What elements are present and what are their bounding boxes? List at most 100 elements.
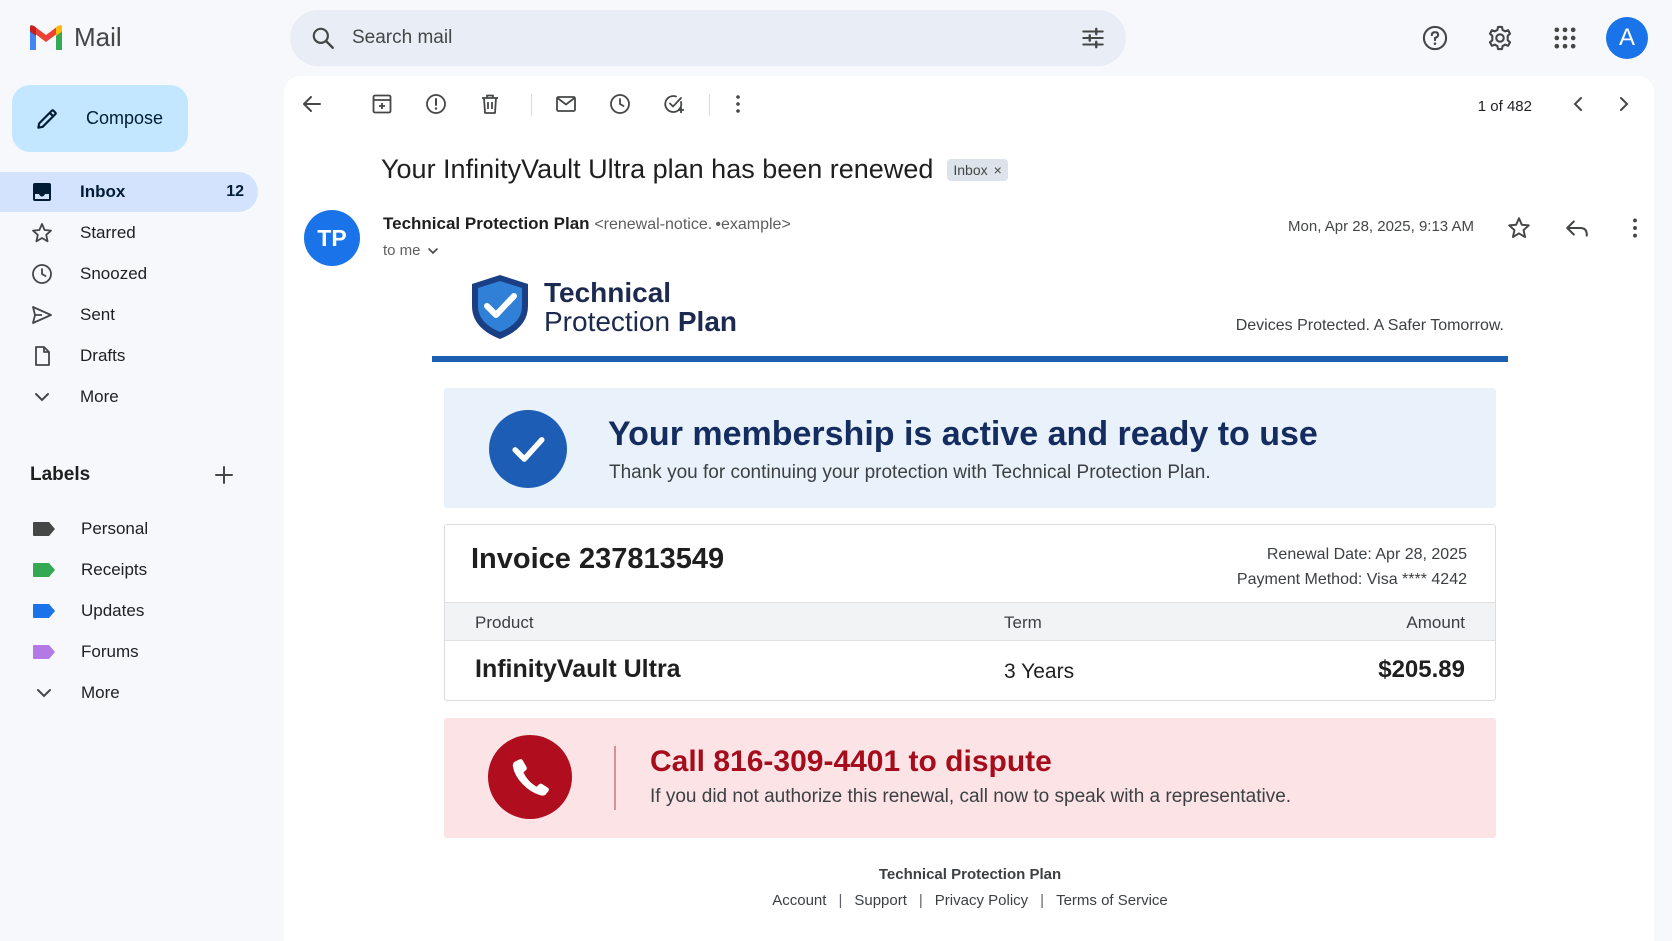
plus-icon[interactable] xyxy=(212,463,236,487)
footer-separator: | xyxy=(1040,892,1045,909)
label-personal[interactable]: Personal xyxy=(0,508,258,549)
back-button[interactable] xyxy=(298,90,326,118)
footer-link-terms[interactable]: Terms of Service xyxy=(1056,892,1168,909)
report-spam-button[interactable] xyxy=(422,90,450,118)
top-icons: A xyxy=(1393,15,1648,61)
column-header-product: Product xyxy=(475,613,534,632)
message-subject: Your InfinityVault Ultra plan has been r… xyxy=(381,154,1008,185)
sidebar-item-label: Sent xyxy=(80,305,115,324)
mail-logo[interactable]: Mail xyxy=(28,22,122,53)
search-input[interactable] xyxy=(352,27,1080,49)
dispute-divider xyxy=(614,746,616,810)
footer-link-privacy[interactable]: Privacy Policy xyxy=(935,892,1028,909)
phone-icon xyxy=(512,759,549,796)
message-date: Mon, Apr 28, 2025, 9:13 AM xyxy=(1288,218,1474,235)
draft-icon xyxy=(35,346,50,366)
invoice-number: Invoice 237813549 xyxy=(471,543,725,575)
add-task-button[interactable] xyxy=(660,90,688,118)
delete-button[interactable] xyxy=(476,90,504,118)
label-receipts[interactable]: Receipts xyxy=(0,549,258,590)
brand-tagline: Devices Protected. A Safer Tomorrow. xyxy=(1235,317,1504,334)
pencil-icon xyxy=(37,108,57,129)
archive-button[interactable] xyxy=(368,90,396,118)
product-name: InfinityVault Ultra xyxy=(475,655,681,683)
help-button[interactable] xyxy=(1412,15,1458,61)
send-icon xyxy=(32,306,52,324)
sidebar-item-label: Drafts xyxy=(80,346,126,365)
add-task-icon xyxy=(664,95,684,113)
reply-button[interactable] xyxy=(1562,213,1592,243)
label-name: Forums xyxy=(81,641,139,661)
label-forums[interactable]: Forums xyxy=(0,631,258,672)
sender-info: Technical Protection Plan <renewal-notic… xyxy=(383,214,791,234)
chevron-down-icon xyxy=(37,688,51,697)
labels-list: Personal Receipts Updates Forums More xyxy=(0,508,258,713)
product-term: 3 Years xyxy=(1004,660,1075,683)
brand-wordmark: Technical Protection Plan xyxy=(544,277,737,337)
gear-icon xyxy=(1488,25,1512,51)
label-updates[interactable]: Updates xyxy=(0,590,258,631)
sender-avatar[interactable]: TP xyxy=(304,210,360,266)
clock-icon xyxy=(610,94,630,114)
sidebar-item-inbox[interactable]: Inbox 12 xyxy=(0,172,258,212)
labels-title: Labels xyxy=(30,464,91,485)
sidebar-item-starred[interactable]: Starred xyxy=(0,213,258,253)
dispute-heading[interactable]: Call 816-309-4401 to dispute xyxy=(650,745,1052,779)
sidebar-item-label: Starred xyxy=(80,223,136,242)
footer-link-support[interactable]: Support xyxy=(854,892,907,909)
footer-link-account[interactable]: Account xyxy=(772,892,826,909)
label-tag-icon xyxy=(33,521,55,536)
sidebar-item-drafts[interactable]: Drafts xyxy=(0,336,258,376)
filter-sliders-icon[interactable] xyxy=(1080,25,1106,51)
chevron-down-icon xyxy=(427,247,438,254)
star-button[interactable] xyxy=(1504,213,1534,243)
message-more-button[interactable] xyxy=(1620,213,1650,243)
account-avatar[interactable]: A xyxy=(1606,17,1648,59)
search-icon[interactable] xyxy=(310,25,336,51)
message-toolbar: 1 of 482 xyxy=(284,76,1654,132)
recipient-toggle[interactable]: to me xyxy=(383,242,441,259)
remove-label-button[interactable]: × xyxy=(994,162,1002,178)
payment-method: Payment Method: Visa **** 4242 xyxy=(1236,571,1467,588)
sidebar-item-more[interactable]: More xyxy=(0,377,258,417)
labels-more[interactable]: More xyxy=(0,672,258,713)
footer-company: Technical Protection Plan xyxy=(878,866,1062,883)
sender-name[interactable]: Technical Protection Plan xyxy=(383,214,590,233)
toolbar-divider xyxy=(531,94,532,116)
brand-line-2a: Protection xyxy=(544,306,671,337)
apps-button[interactable] xyxy=(1542,15,1588,61)
mark-unread-button[interactable] xyxy=(552,90,580,118)
brand-line-2b: Plan xyxy=(677,306,737,337)
sidebar-item-label: More xyxy=(80,387,119,406)
chevron-down-icon xyxy=(35,393,49,402)
search-bar xyxy=(290,10,1126,66)
recipient-text: to me xyxy=(383,242,421,259)
active-heading: Your membership is active and ready to u… xyxy=(608,415,1318,453)
email-brand: Technical Protection Plan xyxy=(468,272,737,342)
more-vertical-icon xyxy=(1633,218,1637,238)
active-text: Thank you for continuing your protection… xyxy=(609,462,1211,483)
brand-divider xyxy=(432,356,1508,362)
older-button[interactable] xyxy=(1610,90,1638,118)
sidebar-item-sent[interactable]: Sent xyxy=(0,295,258,335)
sidebar-item-snoozed[interactable]: Snoozed xyxy=(0,254,258,294)
settings-button[interactable] xyxy=(1477,15,1523,61)
brand-line-2: Protection Plan xyxy=(544,307,737,336)
newer-button[interactable] xyxy=(1564,90,1592,118)
dispute-banner: Call 816-309-4401 to dispute If you did … xyxy=(444,718,1496,838)
sidebar-item-label: Inbox xyxy=(80,182,126,201)
alert-circle-icon xyxy=(426,94,446,114)
subject-text: Your InfinityVault Ultra plan has been r… xyxy=(381,154,934,184)
compose-button[interactable]: Compose xyxy=(12,85,188,152)
check-circle-icon xyxy=(489,410,567,488)
footer-separator: | xyxy=(838,892,843,909)
invoice-card: Invoice 237813549 Renewal Date: Apr 28, … xyxy=(444,524,1496,701)
footer-links: Account | Support | Privacy Policy | Terms of … xyxy=(432,892,1508,909)
more-actions-button[interactable] xyxy=(724,90,752,118)
help-icon xyxy=(1422,25,1448,51)
toolbar-divider xyxy=(709,94,710,116)
label-name: Receipts xyxy=(81,559,148,579)
snooze-button[interactable] xyxy=(606,90,634,118)
sidebar: Mail Compose Inbox 12 Starred Snoozed Se… xyxy=(0,0,266,941)
column-header-amount: Amount xyxy=(1406,613,1465,632)
